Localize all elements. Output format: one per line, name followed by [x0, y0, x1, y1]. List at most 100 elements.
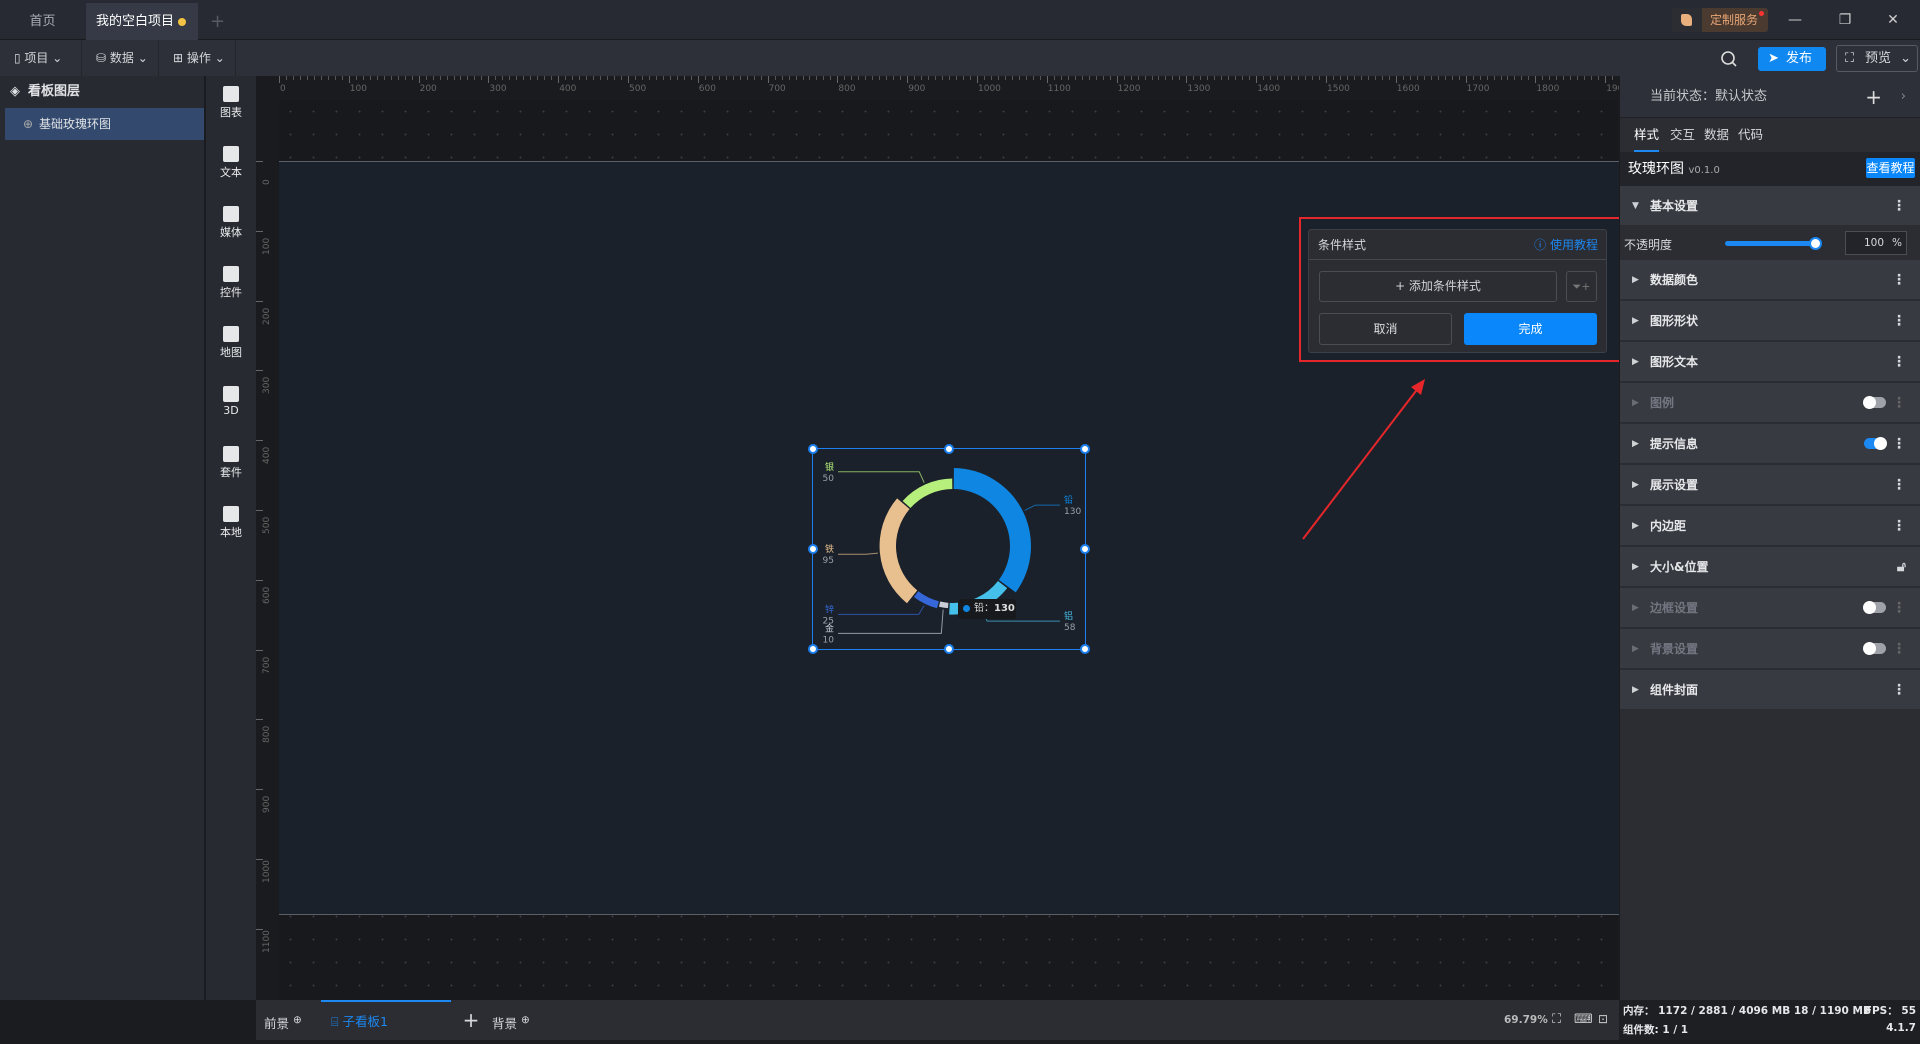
section-2[interactable]: ▶ 图形形状 ⋮ [1620, 301, 1920, 341]
section-label: 提示信息 [1650, 437, 1699, 451]
tool-4[interactable]: 地图 [206, 326, 256, 360]
section-toggle[interactable] [1863, 642, 1886, 655]
add-tab-button[interactable]: + [205, 3, 230, 40]
add-circle-icon[interactable]: ⊕ [521, 1014, 530, 1026]
more-icon[interactable]: ⋮ [1892, 588, 1906, 628]
more-icon[interactable]: ⋮ [1892, 342, 1906, 382]
more-icon[interactable]: ⋮ [1892, 260, 1906, 300]
chevron-right-icon[interactable]: › [1901, 76, 1906, 118]
section-0[interactable]: ▼ 基本设置 ⋮ [1620, 186, 1920, 226]
lock-icon[interactable]: 🔓︎ [1897, 547, 1906, 587]
section-7[interactable]: ▶ 内边距 ⋮ [1620, 506, 1920, 546]
layer-item[interactable]: ⊕ 基础玫瑰环图 [5, 108, 204, 140]
background-tab[interactable]: 背景 ⊕ [486, 1000, 530, 1040]
section-1[interactable]: ▶ 数据颜色 ⋮ [1620, 260, 1920, 300]
add-state-button[interactable]: + [1865, 76, 1882, 118]
close-button[interactable]: ✕ [1878, 8, 1908, 32]
fit-screen-icon[interactable]: ⛶ [1552, 1012, 1561, 1027]
ruler-tick [641, 76, 643, 80]
foreground-tab[interactable]: 前景 ⊕ [264, 1000, 302, 1040]
tab-code[interactable]: 代码 [1738, 118, 1763, 152]
tab-project[interactable]: 我的空白项目 [86, 3, 198, 40]
ruler-tick [1598, 76, 1600, 80]
foreground-label: 前景 [264, 1016, 290, 1032]
resize-handle[interactable] [1080, 544, 1090, 554]
horizontal-ruler[interactable]: 0 100 200 300 400 500 600 700 800 900 1000 1100 1200… [256, 76, 1670, 100]
resize-handle[interactable] [944, 644, 954, 654]
section-4[interactable]: ▶ 图例 ⋮ [1620, 383, 1920, 423]
tab-interaction[interactable]: 交互 [1670, 118, 1695, 152]
more-icon[interactable]: ⋮ [1892, 629, 1906, 669]
tool-5[interactable]: 3D [206, 386, 256, 417]
more-icon[interactable]: ⋮ [1892, 506, 1906, 546]
section-8[interactable]: ▶ 大小&位置 🔓︎ [1620, 547, 1920, 587]
more-icon[interactable]: ⋮ [1892, 670, 1906, 710]
ruler-tick [781, 76, 783, 80]
cancel-button[interactable]: 取消 [1319, 313, 1452, 345]
ruler-tick [1437, 76, 1439, 80]
ruler-tick [1360, 76, 1362, 80]
add-condition-button[interactable]: + 添加条件样式 [1319, 271, 1557, 302]
terminal-icon[interactable]: ⊡ [1598, 1012, 1608, 1026]
tool-2[interactable]: 媒体 [206, 206, 256, 240]
ruler-tick [795, 76, 797, 80]
publish-button[interactable]: ➤ 发布 [1758, 47, 1826, 71]
restore-button[interactable]: ❐ [1830, 8, 1860, 32]
sub-board-tab[interactable]: ⌸ 子看板1 [321, 1000, 451, 1040]
resize-handle[interactable] [1080, 644, 1090, 654]
resize-handle[interactable] [1080, 444, 1090, 454]
opacity-input[interactable]: 100% [1845, 231, 1907, 255]
more-icon[interactable]: ⋮ [1892, 424, 1906, 464]
chevron-down-icon: ⌄ [1900, 51, 1911, 66]
keyboard-icon[interactable]: ⌨ [1574, 1012, 1593, 1027]
section-11[interactable]: ▶ 组件封面 ⋮ [1620, 670, 1920, 710]
section-toggle[interactable] [1864, 437, 1887, 450]
resize-handle[interactable] [808, 544, 818, 554]
tool-7[interactable]: 本地 [206, 506, 256, 540]
more-icon[interactable]: ⋮ [1892, 301, 1906, 341]
resize-handle[interactable] [808, 444, 818, 454]
section-10[interactable]: ▶ 背景设置 ⋮ [1620, 629, 1920, 669]
section-label: 内边距 [1650, 519, 1687, 533]
custom-service-button[interactable]: 定制服务 [1672, 8, 1768, 32]
tool-0[interactable]: 图表 [206, 86, 256, 120]
ruler-tick [1402, 76, 1404, 80]
section-toggle[interactable] [1863, 396, 1886, 409]
search-icon[interactable] [1716, 46, 1742, 72]
ruler-tick [404, 76, 406, 80]
more-icon[interactable]: ⋮ [1892, 383, 1906, 423]
minimize-button[interactable]: — [1780, 8, 1810, 32]
resize-handle[interactable] [944, 444, 954, 454]
tab-data[interactable]: 数据 [1704, 118, 1729, 152]
section-6[interactable]: ▶ 展示设置 ⋮ [1620, 465, 1920, 505]
section-toggle[interactable] [1863, 601, 1886, 614]
selection-box[interactable] [808, 444, 1090, 654]
menu-project[interactable]: ▯ 项目 ⌄ [0, 40, 82, 76]
resize-handle[interactable] [808, 644, 818, 654]
filter-add-icon[interactable]: ⏷+ [1566, 271, 1597, 302]
done-button[interactable]: 完成 [1464, 313, 1597, 345]
ruler-tick [837, 76, 839, 83]
tool-1[interactable]: 文本 [206, 146, 256, 180]
section-9[interactable]: ▶ 边框设置 ⋮ [1620, 588, 1920, 628]
add-circle-icon[interactable]: ⊕ [293, 1014, 302, 1026]
section-3[interactable]: ▶ 图形文本 ⋮ [1620, 342, 1920, 382]
more-icon[interactable]: ⋮ [1892, 465, 1906, 505]
view-tutorial-button[interactable]: 查看教程 [1866, 158, 1915, 178]
section-label: 组件封面 [1650, 683, 1699, 697]
slider-handle[interactable] [1809, 237, 1822, 250]
vertical-ruler[interactable]: 0 100 200 300 400 500 600 700 800 900 1000 1100 [256, 76, 279, 1000]
tool-3[interactable]: 控件 [206, 266, 256, 300]
menu-operation[interactable]: ⊞ 操作 ⌄ [159, 40, 236, 76]
menu-data[interactable]: ⛁ 数据 ⌄ [82, 40, 159, 76]
tab-home[interactable]: 首页 [0, 3, 85, 40]
zoom-level[interactable]: 69.79% [1504, 1000, 1548, 1040]
section-5[interactable]: ▶ 提示信息 ⋮ [1620, 424, 1920, 464]
preview-button[interactable]: ⛶ 预览 ⌄ [1836, 45, 1918, 72]
tab-style[interactable]: 样式 [1634, 118, 1660, 152]
tool-6[interactable]: 套件 [206, 446, 256, 480]
help-link[interactable]: ⓘ 使用教程 [1534, 230, 1598, 260]
more-icon[interactable]: ⋮ [1892, 186, 1906, 226]
add-board-button[interactable]: + [456, 1000, 486, 1040]
opacity-slider[interactable] [1725, 241, 1817, 246]
